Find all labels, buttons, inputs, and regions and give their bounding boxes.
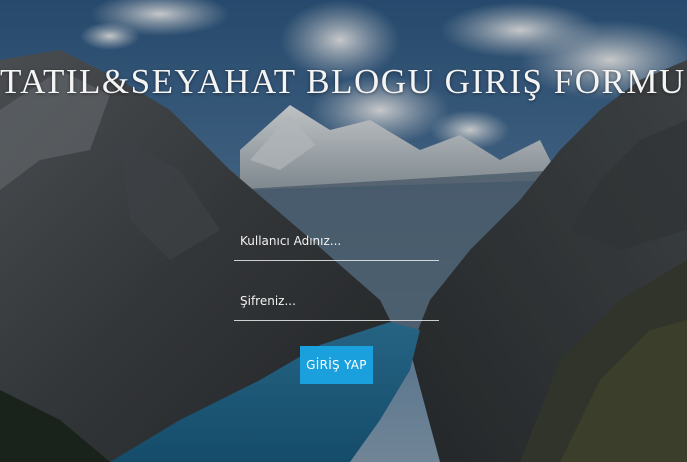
username-input[interactable] bbox=[234, 222, 439, 260]
page-title: TATIL&SEYAHAT BLOGU GIRIŞ FORMU bbox=[0, 62, 686, 101]
password-input[interactable] bbox=[234, 282, 439, 320]
password-field-wrapper bbox=[234, 282, 439, 321]
username-field-wrapper bbox=[234, 222, 439, 261]
login-form bbox=[234, 222, 439, 321]
login-button[interactable]: GİRİŞ YAP bbox=[300, 346, 373, 384]
